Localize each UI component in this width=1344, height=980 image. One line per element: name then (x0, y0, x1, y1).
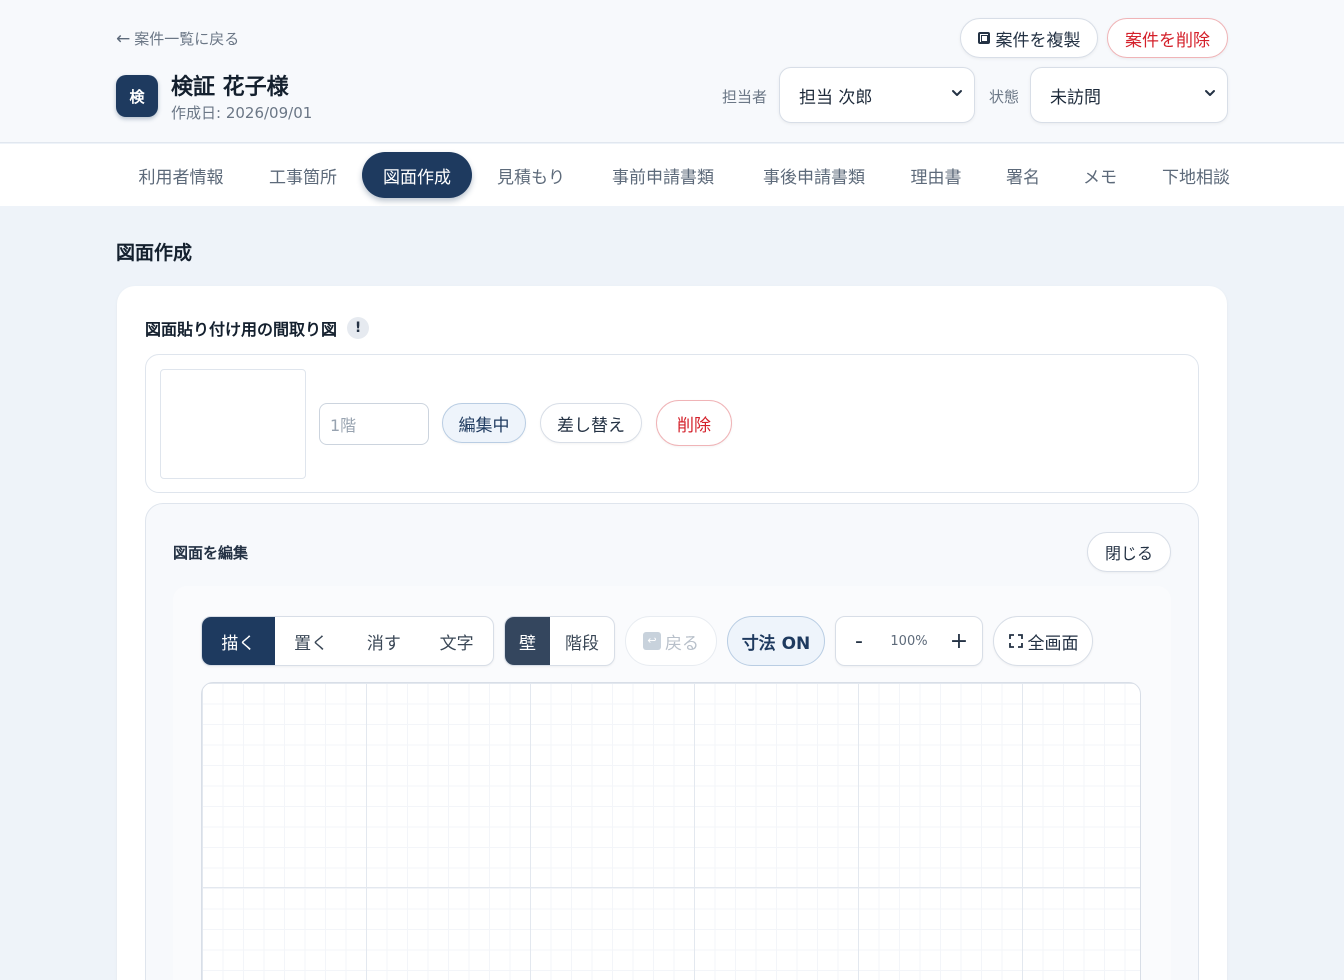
page-header: ← 案件一覧に戻る 検 検証 花子様 作成日: 2026/09/01 案件を複製… (0, 0, 1344, 143)
arrow-left-icon: ← (116, 28, 131, 49)
mode-place[interactable]: 置く (275, 617, 348, 665)
tab-pre-application[interactable]: 事前申請書類 (591, 152, 735, 198)
staff-select[interactable]: 担当 次郎 (779, 67, 975, 123)
fullscreen-icon (1008, 634, 1023, 648)
editor-area: 描く 置く 消す 文字 壁 階段 ↩ 戻る 寸法 ON - 100% + 全画面 (173, 586, 1171, 980)
case-name: 検証 花子様 (171, 75, 289, 100)
mode-toggle: 描く 置く 消す 文字 (201, 616, 494, 666)
duplicate-case-button[interactable]: 案件を複製 (960, 18, 1098, 58)
staff-label: 担当者 (722, 88, 768, 106)
editing-button[interactable]: 編集中 (442, 403, 526, 443)
type-stairs[interactable]: 階段 (550, 617, 614, 665)
delete-floor-button[interactable]: 削除 (656, 400, 732, 446)
tab-bar: 利用者情報 工事箇所 図面作成 見積もり 事前申請書類 事後申請書類 理由書 署… (0, 144, 1344, 206)
avatar: 検 (116, 75, 158, 117)
back-link-label: 案件一覧に戻る (134, 30, 240, 48)
status-select[interactable]: 未訪問 (1030, 67, 1228, 123)
tab-post-application[interactable]: 事後申請書類 (742, 152, 886, 198)
zoom-in-button[interactable]: + (936, 617, 982, 665)
edit-panel: 図面を編集 閉じる 描く 置く 消す 文字 壁 階段 ↩ 戻る 寸法 ON - … (145, 503, 1199, 980)
tab-memo[interactable]: メモ (1066, 152, 1134, 198)
chevron-down-icon (952, 90, 962, 96)
mode-draw[interactable]: 描く (202, 617, 275, 665)
close-button[interactable]: 閉じる (1087, 532, 1171, 572)
status-select-value: 未訪問 (1050, 87, 1101, 108)
info-icon[interactable]: ! (347, 317, 370, 339)
created-date: 作成日: 2026/09/01 (171, 104, 313, 122)
zoom-control: - 100% + (835, 616, 983, 666)
card-title: 図面貼り付け用の間取り図 ! (145, 316, 370, 340)
mode-erase[interactable]: 消す (348, 617, 421, 665)
tab-user-info[interactable]: 利用者情報 (118, 152, 244, 198)
duplicate-case-label: 案件を複製 (995, 30, 1081, 51)
floor-thumbnail[interactable] (160, 369, 306, 479)
dimension-toggle[interactable]: 寸法 ON (727, 616, 825, 666)
tab-signature[interactable]: 署名 (987, 152, 1059, 198)
replace-button[interactable]: 差し替え (540, 403, 642, 443)
type-wall[interactable]: 壁 (505, 617, 550, 665)
undo-label: 戻る (665, 633, 699, 654)
zoom-out-button[interactable]: - (836, 617, 882, 665)
undo-button[interactable]: ↩ 戻る (625, 616, 717, 666)
type-toggle: 壁 階段 (504, 616, 615, 666)
tab-reason[interactable]: 理由書 (893, 152, 979, 198)
tab-drawing[interactable]: 図面作成 (362, 152, 472, 198)
floor-plan-card: 図面貼り付け用の間取り図 ! 1階 編集中 差し替え 削除 図面を編集 閉じる … (117, 286, 1227, 980)
drawing-canvas[interactable] (201, 682, 1141, 980)
tab-estimate[interactable]: 見積もり (479, 152, 583, 198)
edit-panel-title: 図面を編集 (173, 544, 249, 562)
card-title-label: 図面貼り付け用の間取り図 (145, 320, 338, 339)
zoom-level: 100% (890, 633, 928, 649)
staff-select-value: 担当 次郎 (799, 87, 873, 108)
status-label: 状態 (989, 88, 1020, 106)
back-link[interactable]: ← 案件一覧に戻る (116, 28, 239, 49)
tab-construction-site[interactable]: 工事箇所 (251, 152, 355, 198)
floor-row: 1階 編集中 差し替え 削除 (145, 354, 1199, 493)
chevron-down-icon (1205, 90, 1215, 96)
fullscreen-label: 全画面 (1027, 633, 1079, 654)
floor-name-input[interactable]: 1階 (319, 403, 429, 445)
copy-icon (977, 32, 990, 44)
fullscreen-button[interactable]: 全画面 (993, 616, 1093, 666)
mode-text[interactable]: 文字 (420, 617, 493, 665)
section-title: 図面作成 (116, 242, 193, 264)
undo-icon: ↩ (643, 632, 661, 650)
delete-case-button[interactable]: 案件を削除 (1107, 18, 1228, 58)
tab-base-consult[interactable]: 下地相談 (1142, 152, 1250, 198)
